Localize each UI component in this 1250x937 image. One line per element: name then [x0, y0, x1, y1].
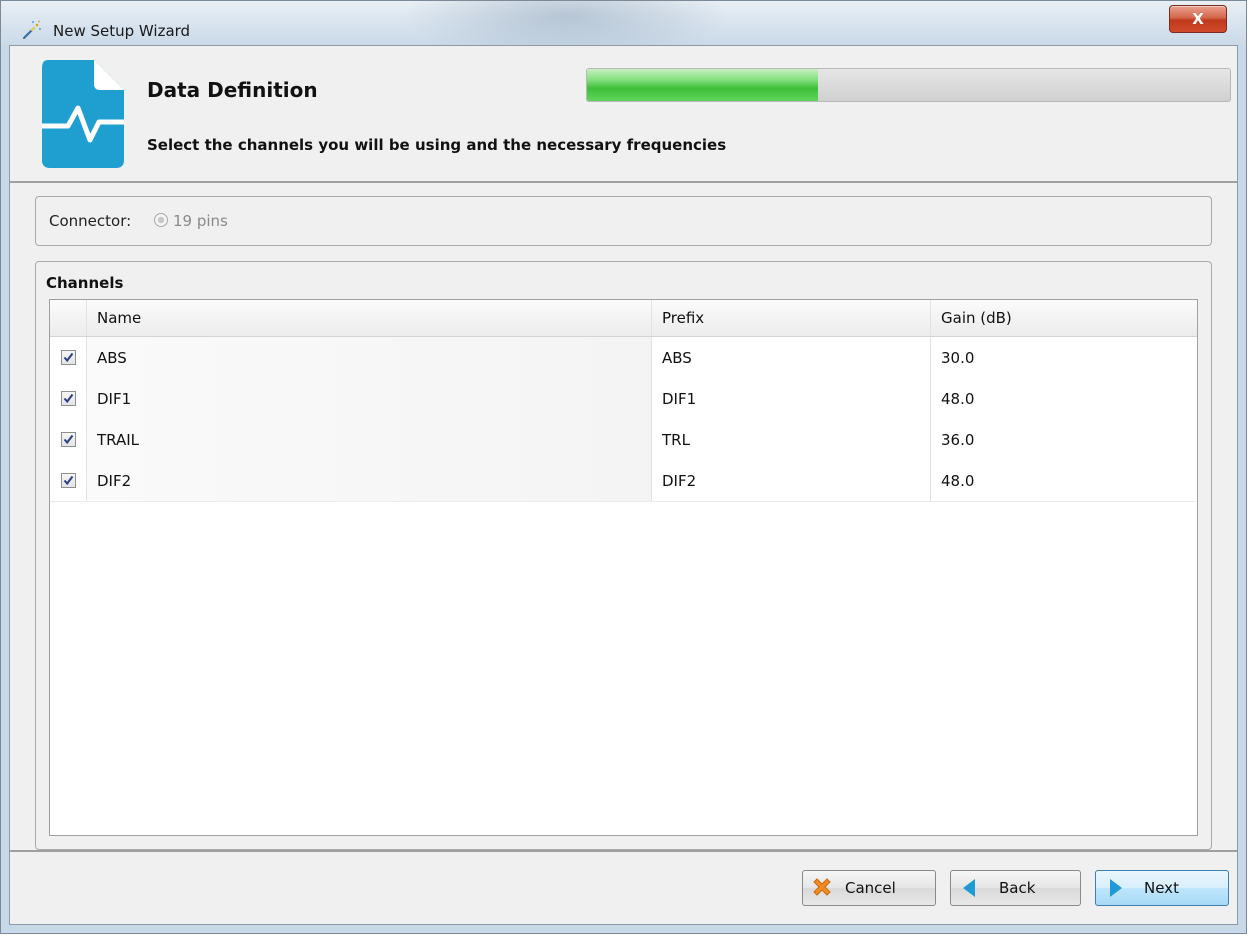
- table-row[interactable]: TRAIL TRL 36.0: [50, 419, 1197, 461]
- channel-prefix[interactable]: DIF1: [652, 378, 931, 419]
- column-header-check[interactable]: [50, 300, 87, 336]
- channel-name[interactable]: DIF1: [87, 378, 652, 419]
- page-subtitle: Select the channels you will be using an…: [147, 136, 727, 154]
- channel-gain[interactable]: 36.0: [931, 419, 1216, 460]
- column-header-gain[interactable]: Gain (dB): [931, 300, 1216, 336]
- channel-gain[interactable]: 48.0: [931, 378, 1216, 419]
- connector-radio[interactable]: [154, 213, 168, 227]
- channels-title: Channels: [46, 274, 124, 292]
- wizard-content: Data Definition Select the channels you …: [9, 45, 1238, 925]
- channel-gain[interactable]: 30.0: [931, 337, 1216, 378]
- connector-label: Connector:: [49, 212, 132, 230]
- cancel-x-icon: [813, 878, 831, 896]
- cancel-label: Cancel: [845, 879, 896, 897]
- channel-gain[interactable]: 48.0: [931, 460, 1216, 501]
- wizard-footer: Cancel Back Next: [10, 850, 1237, 924]
- column-header-prefix[interactable]: Prefix: [652, 300, 931, 336]
- arrow-left-icon: [963, 879, 975, 897]
- table-row[interactable]: ABS ABS 30.0: [50, 337, 1197, 379]
- document-waveform-icon: [42, 60, 124, 168]
- channel-checkbox[interactable]: [60, 473, 76, 488]
- close-icon: X: [1192, 10, 1204, 28]
- title-bar: New Setup Wizard X: [1, 1, 1246, 45]
- channel-name[interactable]: ABS: [87, 337, 652, 378]
- next-button[interactable]: Next: [1095, 870, 1229, 906]
- channel-prefix[interactable]: ABS: [652, 337, 931, 378]
- table-row[interactable]: DIF2 DIF2 48.0: [50, 460, 1197, 502]
- checkmark-icon: [63, 434, 73, 445]
- channel-checkbox[interactable]: [60, 391, 76, 406]
- column-header-name[interactable]: Name: [87, 300, 652, 336]
- wizard-header: Data Definition Select the channels you …: [10, 46, 1237, 183]
- window-title: New Setup Wizard: [53, 22, 191, 40]
- wizard-window: New Setup Wizard X Data Definition Selec…: [0, 0, 1247, 934]
- close-button[interactable]: X: [1169, 5, 1227, 33]
- checkmark-icon: [63, 475, 73, 486]
- channel-name[interactable]: DIF2: [87, 460, 652, 501]
- connector-group: Connector: 19 pins: [35, 196, 1212, 246]
- back-label: Back: [999, 879, 1036, 897]
- channels-table: Name Prefix Gain (dB) ABS ABS 30.0 DIF1 …: [49, 299, 1198, 836]
- channel-prefix[interactable]: DIF2: [652, 460, 931, 501]
- channel-name[interactable]: TRAIL: [87, 419, 652, 460]
- table-row[interactable]: DIF1 DIF1 48.0: [50, 378, 1197, 420]
- arrow-right-icon: [1110, 879, 1122, 897]
- checkmark-icon: [63, 352, 73, 363]
- channel-checkbox[interactable]: [60, 432, 76, 447]
- connector-value: 19 pins: [173, 212, 228, 230]
- wizard-progress-bar: [586, 68, 1231, 102]
- channel-prefix[interactable]: TRL: [652, 419, 931, 460]
- next-label: Next: [1144, 879, 1179, 897]
- table-header: Name Prefix Gain (dB): [50, 300, 1197, 337]
- channels-group: Channels Name Prefix Gain (dB) ABS ABS 3…: [35, 261, 1212, 850]
- channel-checkbox[interactable]: [60, 350, 76, 365]
- back-button[interactable]: Back: [950, 870, 1081, 906]
- progress-fill: [587, 69, 819, 101]
- cancel-button[interactable]: Cancel: [802, 870, 936, 906]
- magic-wand-icon: [22, 20, 41, 40]
- checkmark-icon: [63, 393, 73, 404]
- page-title: Data Definition: [147, 78, 318, 102]
